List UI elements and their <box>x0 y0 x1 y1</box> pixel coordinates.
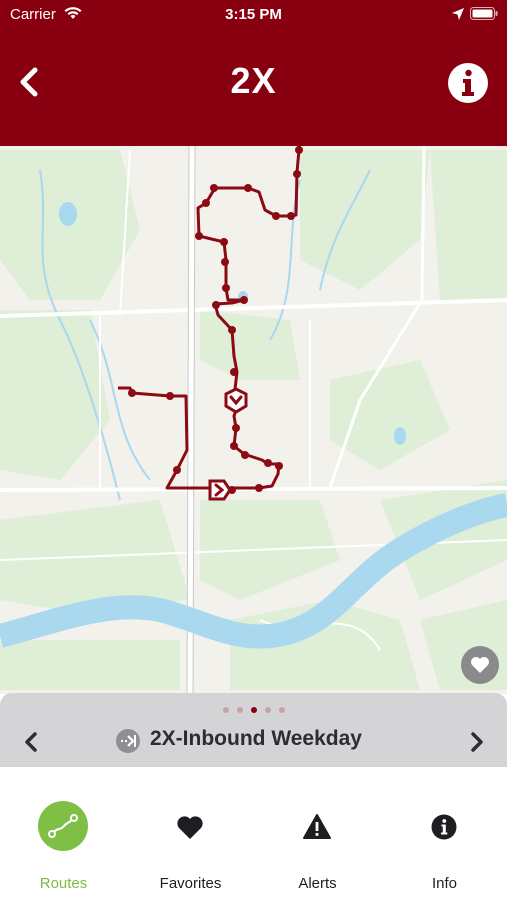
location-arrow-icon <box>452 8 464 20</box>
battery-icon <box>470 7 498 20</box>
tab-routes[interactable]: Routes <box>0 767 127 900</box>
previous-direction-button[interactable] <box>18 729 44 755</box>
page-dot <box>278 707 285 713</box>
info-button[interactable] <box>447 62 489 104</box>
map-canvas <box>0 146 507 694</box>
inbound-direction-icon <box>116 729 140 753</box>
tab-favorites[interactable]: Favorites <box>127 767 254 900</box>
tab-label: Info <box>431 875 458 892</box>
page-dot <box>222 707 229 713</box>
add-favorite-button[interactable] <box>461 646 499 684</box>
next-direction-button[interactable] <box>464 729 490 755</box>
route-selector: 2X-Inbound Weekday <box>0 693 507 767</box>
tab-bar: Routes Favorites Alerts Info <box>0 767 507 900</box>
page-indicator <box>0 707 507 713</box>
tab-alerts[interactable]: Alerts <box>254 767 381 900</box>
page-dot-active <box>250 707 257 713</box>
app-header: Carrier 3:15 PM 2X <box>0 0 507 146</box>
page-dot <box>236 707 243 713</box>
status-time: 3:15 PM <box>225 6 282 23</box>
tab-label: Alerts <box>298 875 337 892</box>
heart-icon <box>177 816 203 839</box>
page-dot <box>264 707 271 713</box>
tab-label: Favorites <box>159 875 222 892</box>
route-icon <box>38 801 88 851</box>
alert-triangle-icon <box>303 814 331 839</box>
direction-marker-down-icon <box>224 387 248 414</box>
route-direction-name: 2X-Inbound Weekday <box>150 727 362 750</box>
heart-icon <box>471 657 489 673</box>
page-title: 2X <box>230 60 277 101</box>
direction-marker-right-icon <box>208 479 232 501</box>
tab-info[interactable]: Info <box>381 767 507 900</box>
info-icon <box>431 814 457 840</box>
route-map[interactable] <box>0 146 507 694</box>
status-bar: Carrier 3:15 PM <box>0 0 507 28</box>
tab-label: Routes <box>39 875 88 892</box>
